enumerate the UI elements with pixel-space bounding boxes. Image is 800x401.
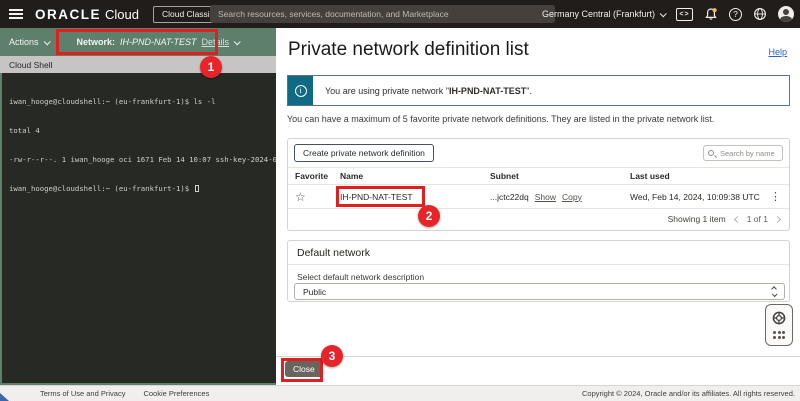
annotation-rect-network <box>56 29 218 55</box>
page-footer: Terms of Use and Privacy Cookie Preferen… <box>0 385 800 401</box>
search-icon <box>708 150 714 156</box>
terminal[interactable]: iwan_hooge@cloudshell:~ (eu-frankfurt-1)… <box>2 73 276 383</box>
default-network-select[interactable]: Public <box>294 283 785 300</box>
annotation-rect-close <box>281 358 323 382</box>
favorites-note: You can have a maximum of 5 favorite pri… <box>287 114 714 124</box>
logo-brand: ORACLE <box>35 7 101 22</box>
oracle-cloud-logo[interactable]: ORACLE Cloud <box>35 7 139 22</box>
table-header: Favorite Name Subnet Last used <box>288 167 789 185</box>
annotation-badge-1: 1 <box>200 56 222 78</box>
chevron-down-icon <box>660 10 667 17</box>
network-list-card: Create private network definition Favori… <box>287 138 790 231</box>
hamburger-menu-icon[interactable] <box>9 9 23 19</box>
chevron-down-icon <box>43 38 50 45</box>
terminal-line: iwan_hooge@cloudshell:~ (eu-frankfurt-1)… <box>9 184 276 194</box>
terms-link[interactable]: Terms of Use and Privacy <box>40 389 125 398</box>
profile-avatar[interactable] <box>778 6 794 22</box>
cloud-shell-tab[interactable]: Cloud Shell <box>9 60 52 70</box>
select-updown-icon <box>772 287 776 297</box>
table-footer: Showing 1 item 1 of 1 <box>288 209 789 229</box>
terminal-cursor <box>195 185 199 192</box>
row-actions-kebab-icon[interactable]: ⋮ <box>770 190 781 203</box>
terminal-line: iwan_hooge@cloudshell:~ (eu-frankfurt-1)… <box>9 97 276 107</box>
terminal-line: total 4 <box>9 126 276 136</box>
default-network-card: Default network Select default network d… <box>287 240 790 302</box>
cookie-preferences-link[interactable]: Cookie Preferences <box>143 389 209 398</box>
cloud-classic-label: Cloud Classic <box>162 9 214 19</box>
actions-dropdown[interactable]: Actions <box>9 37 49 47</box>
copyright-text: Copyright © 2024, Oracle and/or its affi… <box>582 389 795 398</box>
column-subnet: Subnet <box>490 171 630 181</box>
dialog-footer-divider <box>276 356 800 357</box>
logo-suffix: Cloud <box>105 7 139 22</box>
showing-label: Showing 1 item <box>668 214 726 224</box>
region-label: Germany Central (Frankfurt) <box>542 9 655 19</box>
show-link[interactable]: Show <box>535 192 556 202</box>
favorite-star-icon[interactable]: ☆ <box>295 190 306 204</box>
cloud-shell-panel: Actions Network: IH-PND-NAT-TEST Details… <box>0 28 276 385</box>
row-last-used: Wed, Feb 14, 2024, 10:09:38 UTC <box>630 192 789 202</box>
page-title: Private network definition list <box>288 39 529 61</box>
name-search-input[interactable] <box>720 149 780 158</box>
select-label: Select default network description <box>297 272 424 282</box>
terminal-line: -rw-r--r--. 1 iwan_hooge oci 1671 Feb 14… <box>9 155 276 165</box>
info-icon: i <box>288 76 313 105</box>
global-search-input[interactable] <box>210 5 555 23</box>
topbar: ORACLE Cloud Cloud Classic Germany Centr… <box>0 0 800 28</box>
cloud-shell-tabbar: Cloud Shell <box>0 56 276 73</box>
corner-artifact <box>0 393 9 401</box>
support-widget[interactable] <box>765 304 793 346</box>
column-last-used: Last used <box>630 171 789 181</box>
banner-text: You are using private network "IH-PND-NA… <box>313 76 532 105</box>
announcements-bell-icon[interactable] <box>704 7 718 21</box>
chevron-down-icon <box>234 38 241 45</box>
lifering-support-icon[interactable] <box>772 311 786 325</box>
default-network-title: Default network <box>288 241 789 265</box>
help-icon[interactable]: ? <box>729 8 742 21</box>
help-link[interactable]: Help <box>768 47 787 57</box>
pagination: 1 of 1 <box>735 214 780 224</box>
annotation-badge-2: 2 <box>418 205 440 227</box>
column-favorite: Favorite <box>288 171 340 181</box>
oracle-cloud-console: ORACLE Cloud Cloud Classic Germany Centr… <box>0 0 800 401</box>
language-globe-icon[interactable] <box>753 7 767 21</box>
actions-label: Actions <box>9 37 39 47</box>
name-search-box <box>703 145 783 161</box>
page-prev-icon[interactable] <box>734 215 741 222</box>
copy-link[interactable]: Copy <box>562 192 582 202</box>
region-selector[interactable]: Germany Central (Frankfurt) <box>542 9 665 19</box>
create-network-button[interactable]: Create private network definition <box>294 144 434 162</box>
cloud-shell-icon[interactable]: <> <box>676 8 693 21</box>
apps-grid-icon[interactable] <box>773 331 785 339</box>
info-banner: i You are using private network "IH-PND-… <box>287 75 790 106</box>
page-indicator: 1 of 1 <box>747 214 768 224</box>
annotation-badge-3: 3 <box>321 345 343 367</box>
annotation-rect-name <box>336 186 425 207</box>
row-subnet: ...jctc22dq <box>490 192 529 202</box>
list-toolbar: Create private network definition <box>288 139 789 167</box>
column-name: Name <box>340 171 490 181</box>
topbar-right-group: Germany Central (Frankfurt) <> ? <box>542 0 794 28</box>
page-next-icon[interactable] <box>774 215 781 222</box>
selected-option: Public <box>303 287 326 297</box>
